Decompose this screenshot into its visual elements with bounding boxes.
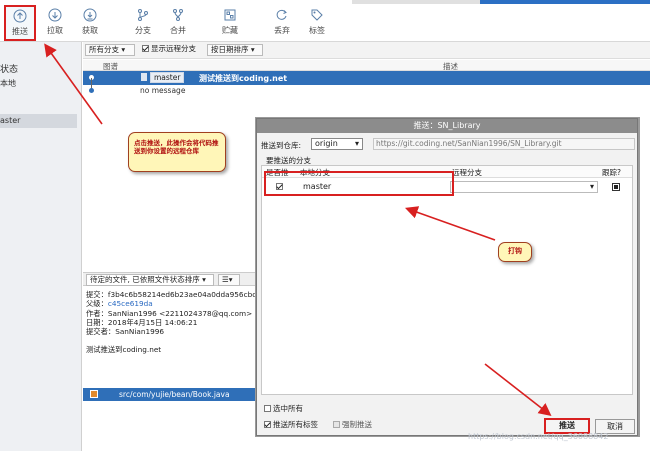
arrow-to-checkbox: [404, 206, 496, 241]
watermark: https://blog.csdn.net/qq_36088842: [468, 432, 609, 441]
arrow-to-push-button: [484, 363, 552, 416]
annotation-arrows: [44, 43, 552, 416]
annotation-callout: 打钩: [498, 242, 532, 262]
arrow-to-push: [44, 43, 103, 125]
annotation-callout: 点击推送，此操作会将代码推送到你设置的远程仓库: [128, 132, 226, 172]
